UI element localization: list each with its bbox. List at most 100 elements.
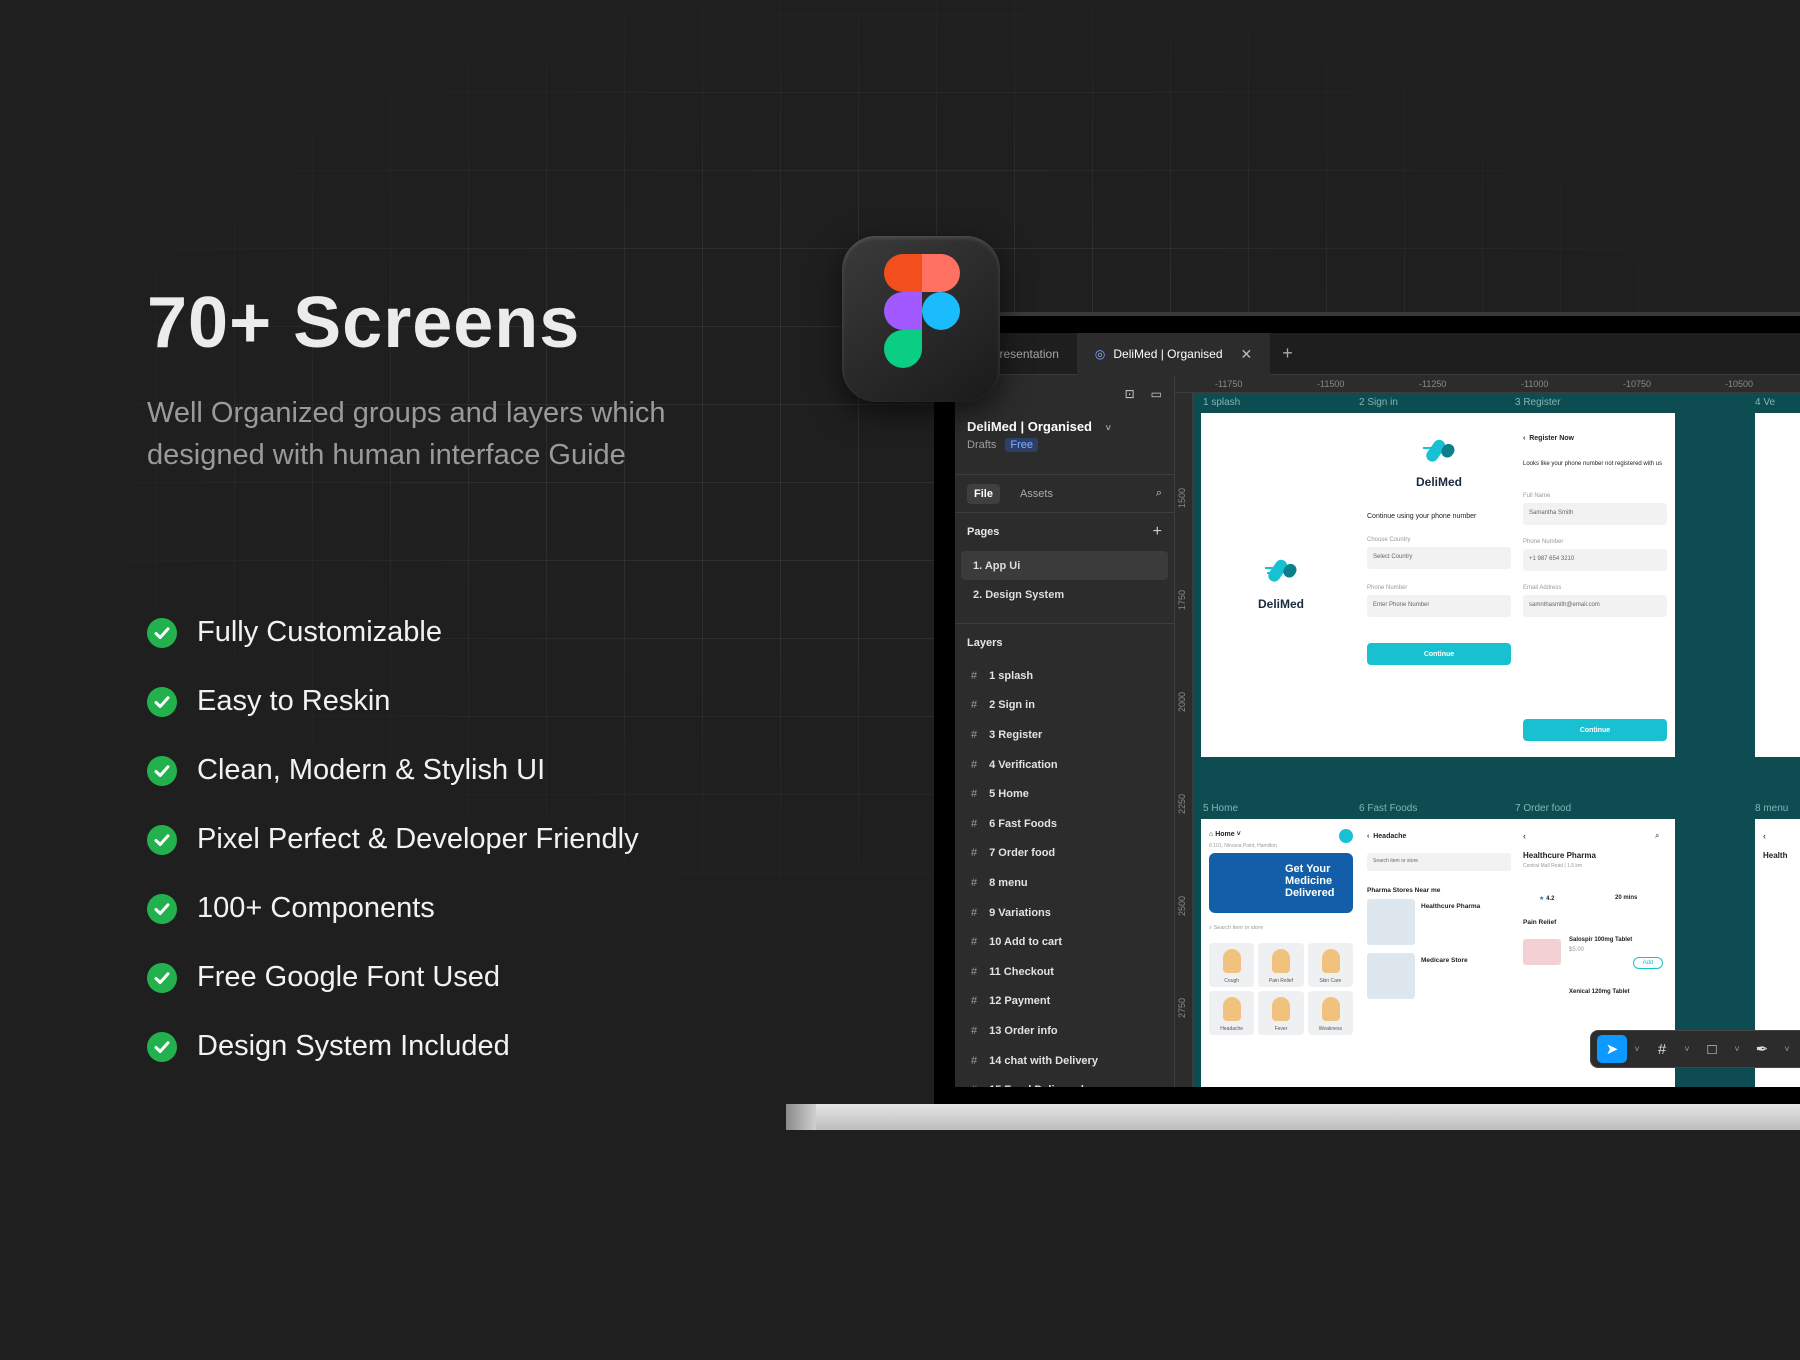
move-tool-icon[interactable]: ➤ (1597, 1035, 1627, 1063)
file-icon: ◎ (1094, 347, 1106, 361)
shape-tool-icon[interactable]: □ (1697, 1035, 1727, 1063)
layer-item[interactable]: #10 Add to cart (955, 927, 1174, 957)
chevron-down-icon[interactable]: ˅ (1681, 1044, 1693, 1054)
store-name: Healthcure Pharma (1421, 903, 1481, 910)
layer-label: 8 menu (989, 876, 1028, 889)
chevron-down-icon[interactable]: ˅ (1781, 1044, 1793, 1054)
tab-assets[interactable]: Assets (1020, 488, 1053, 500)
ruler-tick-label: 2500 (1177, 895, 1187, 916)
check-circle-icon (147, 1031, 177, 1062)
layer-item[interactable]: #15 Food Delivered (955, 1075, 1174, 1087)
layer-item[interactable]: #2 Sign in (955, 691, 1174, 721)
product-name: Salospir 100mg Tablet (1569, 937, 1633, 943)
drafts-label[interactable]: Drafts (967, 439, 996, 451)
category-tile[interactable]: Weakness (1307, 991, 1353, 1035)
layer-label: 12 Payment (989, 995, 1051, 1008)
layer-item[interactable]: #13 Order info (955, 1016, 1174, 1046)
add-page-icon[interactable]: + (1153, 523, 1162, 541)
frame-label-splash[interactable]: 1 splash (1203, 397, 1240, 408)
layer-item[interactable]: #14 chat with Delivery (955, 1046, 1174, 1076)
category-tile[interactable]: Fever (1258, 991, 1304, 1035)
frame-tool-icon[interactable]: # (1647, 1035, 1677, 1063)
layer-item[interactable]: #1 splash (955, 661, 1174, 691)
chevron-down-icon[interactable]: ˅ (1106, 423, 1111, 433)
register-phone-input[interactable]: +1 987 654 3210 (1523, 549, 1667, 571)
layer-item[interactable]: #12 Payment (955, 987, 1174, 1017)
screen-home[interactable]: ⌂ Home ˅ 8 101, Nirvana Point, Hamilton … (1201, 819, 1361, 1087)
layer-item[interactable]: #8 menu (955, 868, 1174, 898)
store-row[interactable]: Healthcure Pharma (1367, 899, 1511, 949)
feature-item: Easy to Reskin (147, 667, 639, 736)
ai-icon[interactable]: ⊡ (1125, 387, 1135, 401)
screen-verification[interactable] (1755, 413, 1800, 757)
headache-search[interactable]: Search item or store (1367, 853, 1511, 871)
continue-button[interactable]: Continue (1367, 643, 1511, 665)
back-icon[interactable]: ‹ (1763, 831, 1766, 841)
category-tile[interactable]: Skin Care (1307, 943, 1353, 987)
category-tile[interactable]: Pain Relief (1258, 943, 1304, 987)
frame-icon: # (971, 906, 978, 919)
add-button[interactable]: Add (1633, 957, 1663, 969)
ruler-tick-label: -10750 (1623, 379, 1652, 389)
category-grid: Cough Pain Relief Skin Care Headache Fever We… (1209, 943, 1353, 1035)
frame-label-register[interactable]: 3 Register (1515, 397, 1561, 408)
close-icon[interactable]: ✕ (1241, 346, 1253, 363)
layer-item[interactable]: #11 Checkout (955, 957, 1174, 987)
pen-tool-icon[interactable]: ✒ (1747, 1035, 1777, 1063)
search-icon[interactable]: ⌕ (1655, 831, 1659, 841)
sidebar-toggle-icon[interactable]: ▭ (1151, 387, 1162, 401)
home-search[interactable]: ⌕ Search item or store (1209, 925, 1263, 932)
tab-file-active[interactable]: ◎ DeliMed | Organised ✕ (1076, 333, 1271, 375)
phone-input[interactable]: Enter Phone Number (1367, 595, 1511, 617)
layer-item[interactable]: #4 Verification (955, 750, 1174, 780)
register-title: ‹ Register Now (1523, 435, 1574, 442)
register-continue-button[interactable]: Continue (1523, 719, 1667, 741)
frame-label-menu[interactable]: 8 menu (1755, 803, 1788, 814)
tab-file[interactable]: File (967, 483, 1000, 504)
name-input[interactable]: Samantha Smith (1523, 503, 1667, 525)
search-icon[interactable]: ⌕ (1156, 487, 1162, 500)
screen-register[interactable]: ‹ Register Now Looks like your phone num… (1515, 413, 1675, 757)
layer-item[interactable]: #7 Order food (955, 839, 1174, 869)
promo-banner[interactable]: Get Your Medicine Delivered (1209, 853, 1353, 913)
layer-item[interactable]: #6 Fast Foods (955, 809, 1174, 839)
frame-icon: # (971, 699, 978, 712)
frame-label-verification[interactable]: 4 Ve (1755, 397, 1775, 408)
layer-label: 10 Add to cart (989, 936, 1063, 949)
frame-label-fast-foods[interactable]: 6 Fast Foods (1359, 803, 1417, 814)
layer-label: 11 Checkout (989, 965, 1054, 978)
file-title[interactable]: DeliMed | Organised ˅ (967, 419, 1111, 434)
frame-label-home[interactable]: 5 Home (1203, 803, 1238, 814)
layer-item[interactable]: #5 Home (955, 779, 1174, 809)
back-icon[interactable]: ‹ (1523, 831, 1526, 841)
frame-label-order-food[interactable]: 7 Order food (1515, 803, 1571, 814)
pages-header: Pages + (955, 513, 1174, 551)
panel-tabs: File Assets ⌕ (955, 475, 1174, 513)
category-tile[interactable]: Headache (1209, 991, 1255, 1035)
left-panel: ⊘ ˅ ⊡ ▭ DeliMed | Organised ˅ Drafts Fre… (955, 375, 1175, 1087)
chevron-down-icon[interactable]: ˅ (1631, 1044, 1643, 1054)
frame-icon: # (971, 965, 978, 978)
country-select[interactable]: Select Country (1367, 547, 1511, 569)
headache-title-text: Headache (1373, 833, 1407, 840)
layer-item[interactable]: #3 Register (955, 720, 1174, 750)
frame-label-signin[interactable]: 2 Sign in (1359, 397, 1398, 408)
page-item[interactable]: 2. Design System (961, 580, 1168, 609)
email-input[interactable]: samnthasmith@email.com (1523, 595, 1667, 617)
file-location: Drafts Free (967, 438, 1039, 452)
register-phone-label: Phone Number (1523, 539, 1564, 545)
screen-splash[interactable]: DeliMed (1201, 413, 1361, 757)
screen-signin[interactable]: DeliMed Continue using your phone number… (1359, 413, 1519, 757)
store-row[interactable]: Medicare Store (1367, 953, 1511, 1003)
phone-label: Phone Number (1367, 585, 1408, 591)
chevron-down-icon[interactable]: ˅ (1731, 1044, 1743, 1054)
layer-item[interactable]: #9 Variations (955, 898, 1174, 928)
product-name: Xenical 120mg Tablet (1569, 989, 1630, 995)
screen-headache[interactable]: ‹ Headache Search item or store Pharma S… (1359, 819, 1519, 1087)
canvas[interactable]: -11750 -11500 -11250 -11000 -10750 -10500 150… (1175, 375, 1800, 1087)
store-image (1367, 899, 1415, 945)
page-item[interactable]: 1. App Ui (961, 551, 1168, 580)
new-tab-icon[interactable]: + (1270, 333, 1305, 374)
profile-avatar[interactable] (1339, 829, 1353, 843)
category-tile[interactable]: Cough (1209, 943, 1255, 987)
